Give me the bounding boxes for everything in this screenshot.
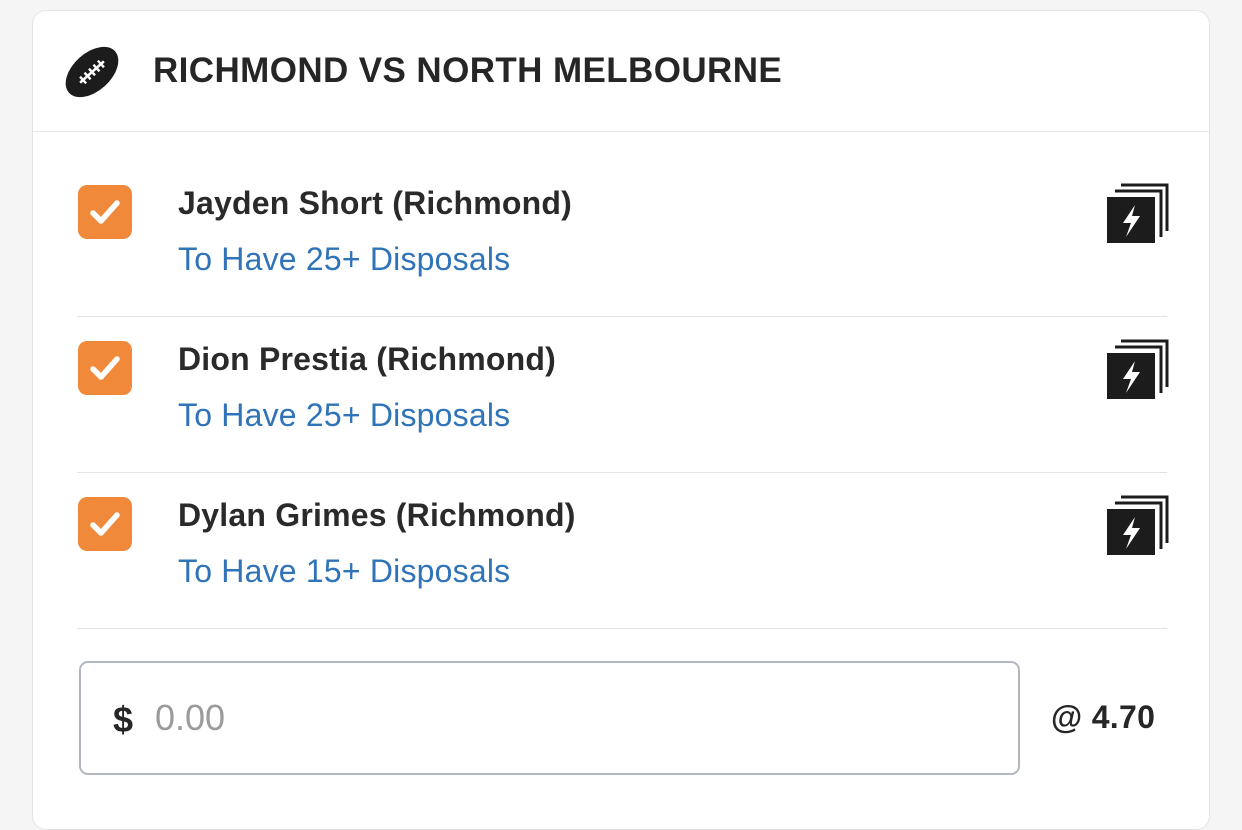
bet-leg: Dion Prestia (Richmond) To Have 25+ Disp…: [33, 317, 1209, 473]
leg-market-link[interactable]: To Have 25+ Disposals: [178, 397, 510, 434]
same-game-multi-icon[interactable]: [1105, 339, 1169, 403]
event-header: RICHMOND VS NORTH MELBOURNE: [33, 11, 1209, 132]
same-game-multi-icon[interactable]: [1105, 183, 1169, 247]
event-title: RICHMOND VS NORTH MELBOURNE: [153, 51, 783, 90]
currency-symbol: $: [113, 699, 134, 740]
leg-checkbox[interactable]: [78, 497, 132, 551]
stake-input[interactable]: [155, 683, 975, 753]
leg-checkbox[interactable]: [78, 185, 132, 239]
check-icon: [90, 200, 120, 224]
bet-leg: Dylan Grimes (Richmond) To Have 15+ Disp…: [33, 473, 1209, 629]
bet-card: RICHMOND VS NORTH MELBOURNE Jayden Short…: [32, 10, 1210, 830]
leg-market-link[interactable]: To Have 25+ Disposals: [178, 241, 510, 278]
leg-checkbox[interactable]: [78, 341, 132, 395]
divider: [77, 628, 1167, 629]
bet-leg: Jayden Short (Richmond) To Have 25+ Disp…: [33, 161, 1209, 317]
stake-field[interactable]: $: [79, 661, 1020, 775]
football-icon: [65, 46, 119, 98]
check-icon: [90, 356, 120, 380]
leg-selection: Jayden Short (Richmond): [178, 185, 572, 221]
leg-selection: Dion Prestia (Richmond): [178, 341, 556, 377]
leg-selection: Dylan Grimes (Richmond): [178, 497, 576, 533]
leg-market-link[interactable]: To Have 15+ Disposals: [178, 553, 510, 590]
check-icon: [90, 512, 120, 536]
same-game-multi-icon[interactable]: [1105, 495, 1169, 559]
odds-label: @ 4.70: [1051, 699, 1156, 735]
